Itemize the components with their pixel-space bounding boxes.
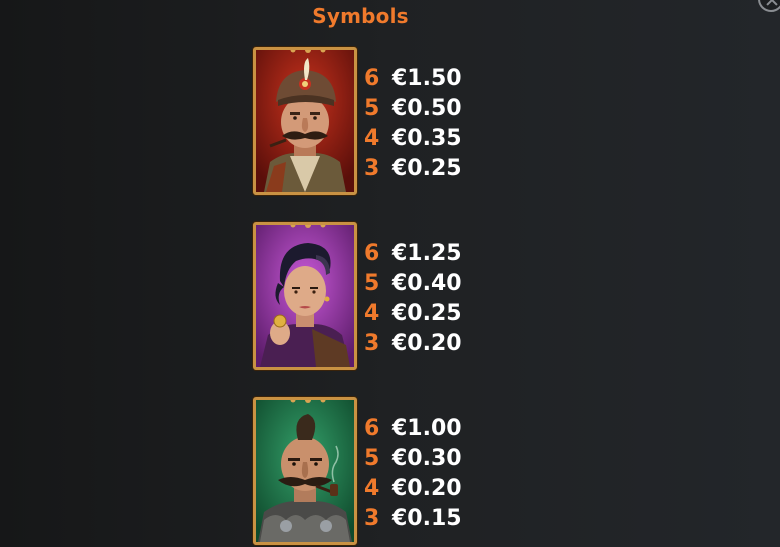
pay-line: 4 €0.20 [364,474,462,504]
symbol-card-noble [253,47,357,195]
close-button[interactable] [758,0,780,12]
symbol-row: 6 €1.25 5 €0.40 4 €0.25 3 €0.20 [253,222,483,372]
pipe-man-portrait-icon [256,400,354,542]
symbol-card-woman [253,222,357,370]
pay-line: 3 €0.25 [364,154,462,184]
payout-value: €0.50 [392,96,462,121]
payout-value: €0.15 [392,506,462,531]
pay-line: 3 €0.20 [364,329,462,359]
payout-value: €0.20 [392,331,462,356]
symbol-count: 6 [364,241,380,266]
pay-line: 5 €0.40 [364,269,462,299]
pay-line: 5 €0.30 [364,444,462,474]
frame-ornament-icon [290,225,326,228]
symbol-count: 4 [364,126,380,151]
noble-portrait-icon [256,50,354,192]
symbol-count: 4 [364,301,380,326]
symbol-count: 5 [364,446,380,471]
symbol-card-pipe-man [253,397,357,545]
payout-value: €1.00 [392,416,462,441]
page-title: Symbols [312,4,409,28]
pay-line: 4 €0.25 [364,299,462,329]
paytable: 6 €1.25 5 €0.40 4 €0.25 3 €0.20 [364,239,462,359]
payout-value: €0.35 [392,126,462,151]
paytable: 6 €1.00 5 €0.30 4 €0.20 3 €0.15 [364,414,462,534]
payout-value: €1.25 [392,241,462,266]
pay-line: 3 €0.15 [364,504,462,534]
symbol-count: 6 [364,416,380,441]
symbol-count: 5 [364,96,380,121]
symbol-row: 6 €1.00 5 €0.30 4 €0.20 3 €0.15 [253,397,483,547]
symbol-count: 4 [364,476,380,501]
pay-line: 6 €1.50 [364,64,462,94]
symbol-count: 3 [364,156,380,181]
symbol-count: 3 [364,331,380,356]
symbol-count: 3 [364,506,380,531]
frame-ornament-icon [290,50,326,53]
pay-line: 4 €0.35 [364,124,462,154]
payout-value: €0.25 [392,301,462,326]
payout-value: €0.20 [392,476,462,501]
pay-line: 5 €0.50 [364,94,462,124]
symbol-count: 6 [364,66,380,91]
woman-portrait-icon [256,225,354,367]
paytable: 6 €1.50 5 €0.50 4 €0.35 3 €0.25 [364,64,462,184]
payout-value: €0.40 [392,271,462,296]
payout-value: €0.25 [392,156,462,181]
payout-value: €1.50 [392,66,462,91]
pay-line: 6 €1.00 [364,414,462,444]
symbol-count: 5 [364,271,380,296]
frame-ornament-icon [290,400,326,403]
symbol-row: 6 €1.50 5 €0.50 4 €0.35 3 €0.25 [253,47,483,197]
pay-line: 6 €1.25 [364,239,462,269]
payout-value: €0.30 [392,446,462,471]
